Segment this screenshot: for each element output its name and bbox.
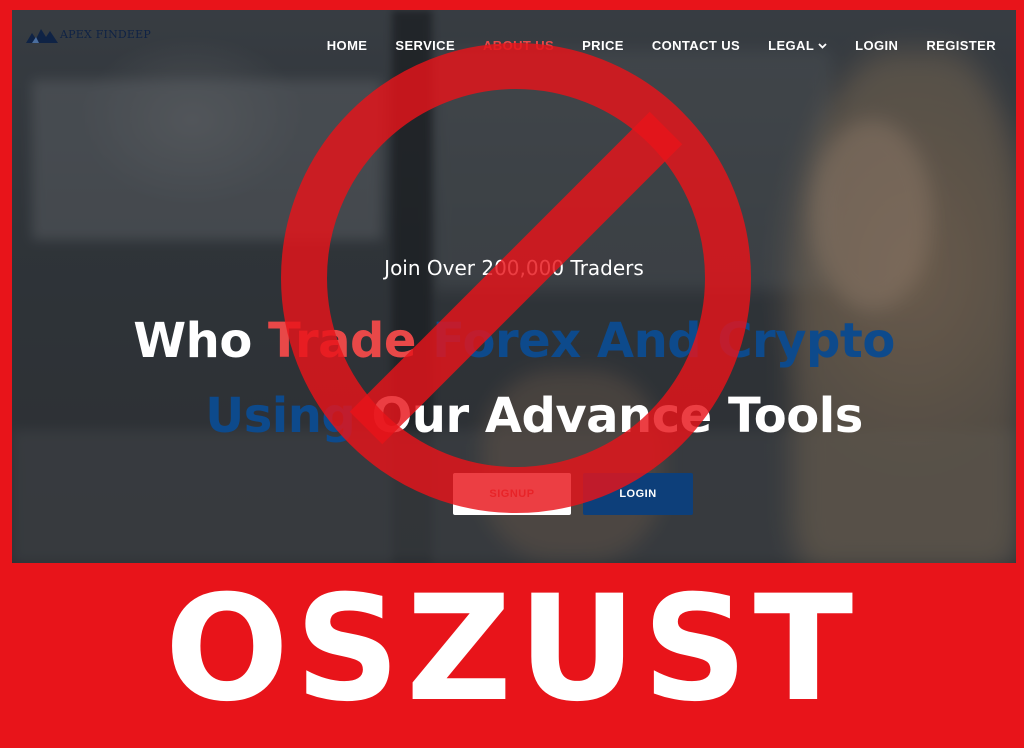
brand-name: APEX FINDEEP	[60, 27, 151, 41]
hero-headline-line2: Using Our Advance Tools	[32, 388, 1016, 444]
headline-word: Who	[133, 313, 252, 369]
headline-word: And	[596, 313, 702, 369]
signup-button[interactable]: SIGNUP	[453, 473, 571, 515]
headline-word: Advance	[484, 388, 712, 444]
headline-word: Crypto	[717, 313, 895, 369]
headline-word: Forex	[432, 313, 581, 369]
headline-word: Tools	[727, 388, 863, 444]
nav-legal-label: LEGAL	[768, 38, 815, 53]
login-button[interactable]: LOGIN	[583, 473, 693, 515]
chevron-down-icon	[818, 42, 827, 49]
website-screenshot: APEX FINDEEP HOME SERVICE ABOUT US PRICE…	[12, 10, 1016, 563]
nav-legal[interactable]: LEGAL	[768, 38, 827, 53]
headline-word: Using	[205, 388, 356, 444]
main-nav: HOME SERVICE ABOUT US PRICE CONTACT US L…	[327, 38, 996, 53]
nav-register[interactable]: REGISTER	[926, 38, 996, 53]
nav-home[interactable]: HOME	[327, 38, 368, 53]
logo-mountain-icon	[26, 29, 58, 43]
nav-login[interactable]: LOGIN	[855, 38, 898, 53]
hero-headline-line1: Who Trade Forex And Crypto	[12, 313, 1016, 369]
hero-tagline: Join Over 200,000 Traders	[384, 256, 644, 280]
site-logo[interactable]: APEX FINDEEP	[26, 24, 151, 44]
headline-word: Trade	[268, 313, 416, 369]
nav-about-us[interactable]: ABOUT US	[483, 38, 554, 53]
nav-contact-us[interactable]: CONTACT US	[652, 38, 740, 53]
nav-price[interactable]: PRICE	[582, 38, 624, 53]
warning-frame: APEX FINDEEP HOME SERVICE ABOUT US PRICE…	[0, 0, 1024, 748]
headline-word: Our	[371, 388, 469, 444]
nav-service[interactable]: SERVICE	[395, 38, 455, 53]
scam-warning-label: OSZUST	[164, 564, 860, 734]
